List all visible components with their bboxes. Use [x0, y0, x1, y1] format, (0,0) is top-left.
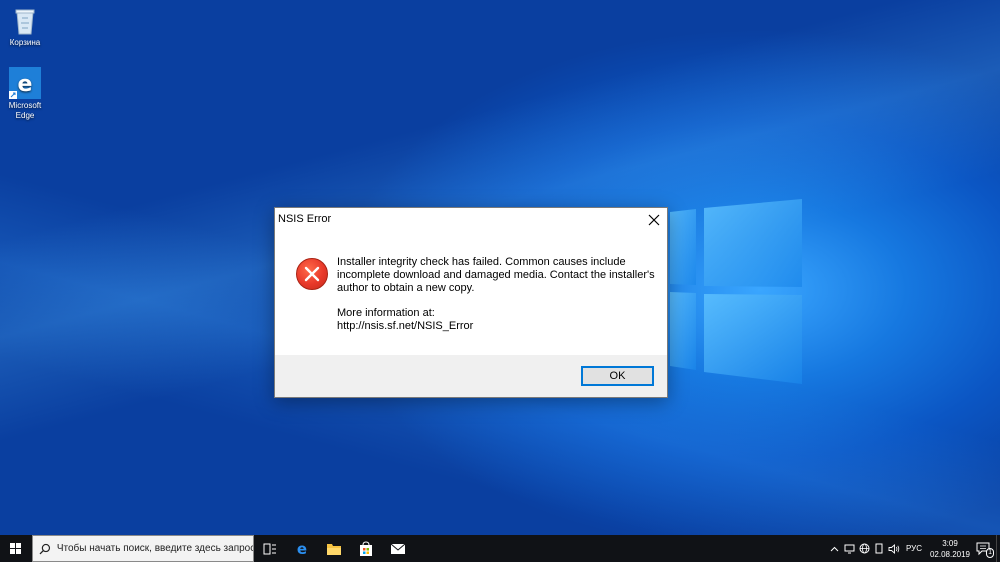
dialog-footer: OK — [275, 355, 667, 397]
search-icon — [39, 543, 51, 554]
more-info-url: http://nsis.sf.net/NSIS_Error — [337, 320, 474, 332]
taskbar-search-box[interactable]: Чтобы начать поиск, введите здесь запрос — [32, 535, 254, 562]
notification-count-badge: 1 — [986, 548, 994, 558]
nsis-error-dialog: NSIS Error Installer integrity check has… — [274, 207, 668, 398]
desktop-icon-label: Корзина — [9, 38, 41, 47]
recycle-bin-icon — [9, 4, 41, 36]
taskbar: Чтобы начать поиск, введите здесь запрос… — [0, 535, 1000, 562]
globe-network-icon — [859, 543, 870, 554]
tray-device-button[interactable] — [872, 535, 887, 562]
more-info-label: More information at: — [337, 307, 435, 319]
windows-start-icon — [10, 543, 21, 554]
dialog-message: Installer integrity check has failed. Co… — [337, 256, 655, 333]
error-message-text: Installer integrity check has failed. Co… — [337, 256, 655, 294]
volume-button[interactable] — [887, 535, 902, 562]
device-icon — [875, 543, 883, 554]
file-explorer-icon — [327, 543, 341, 555]
close-button[interactable] — [647, 212, 661, 226]
taskbar-file-explorer-button[interactable] — [318, 535, 350, 562]
input-language-indicator[interactable]: РУС — [906, 544, 922, 553]
network-button[interactable] — [857, 535, 872, 562]
clock-time: 3:09 — [942, 538, 958, 548]
tray-app-button[interactable] — [842, 535, 857, 562]
mail-icon — [390, 543, 406, 554]
taskbar-edge-button[interactable]: e — [286, 535, 318, 562]
speaker-icon — [889, 543, 900, 554]
start-button[interactable] — [0, 535, 32, 562]
show-hidden-icons-button[interactable] — [827, 535, 842, 562]
task-view-button[interactable] — [254, 535, 286, 562]
system-tray: РУС 3:09 02.08.2019 1 — [827, 535, 1000, 562]
taskbar-mail-button[interactable] — [382, 535, 414, 562]
display-icon — [844, 544, 855, 553]
error-icon — [296, 258, 328, 290]
dialog-title: NSIS Error — [278, 213, 332, 225]
action-center-button[interactable]: 1 — [972, 535, 996, 562]
desktop-icon-microsoft-edge[interactable]: e Microsoft Edge — [1, 67, 49, 121]
ok-button[interactable]: OK — [581, 366, 654, 386]
clock-date: 02.08.2019 — [929, 549, 971, 559]
edge-icon: e — [297, 541, 307, 557]
edge-icon: e — [9, 67, 41, 99]
dialog-titlebar[interactable]: NSIS Error — [275, 208, 667, 230]
chevron-up-icon — [830, 546, 839, 551]
close-icon — [648, 214, 660, 226]
dialog-body: Installer integrity check has failed. Co… — [275, 230, 667, 355]
desktop-icon-recycle-bin[interactable]: Корзина — [1, 4, 49, 48]
desktop-icon-label: Microsoft Edge — [8, 101, 42, 120]
svg-text:e: e — [297, 541, 307, 557]
store-icon — [360, 540, 372, 556]
task-view-icon — [263, 543, 276, 554]
search-placeholder: Чтобы начать поиск, введите здесь запрос — [56, 543, 253, 554]
show-desktop-button[interactable] — [996, 535, 1000, 562]
taskbar-store-button[interactable] — [350, 535, 382, 562]
svg-text:e: e — [18, 72, 33, 97]
taskbar-clock[interactable]: 3:09 02.08.2019 — [928, 538, 972, 560]
